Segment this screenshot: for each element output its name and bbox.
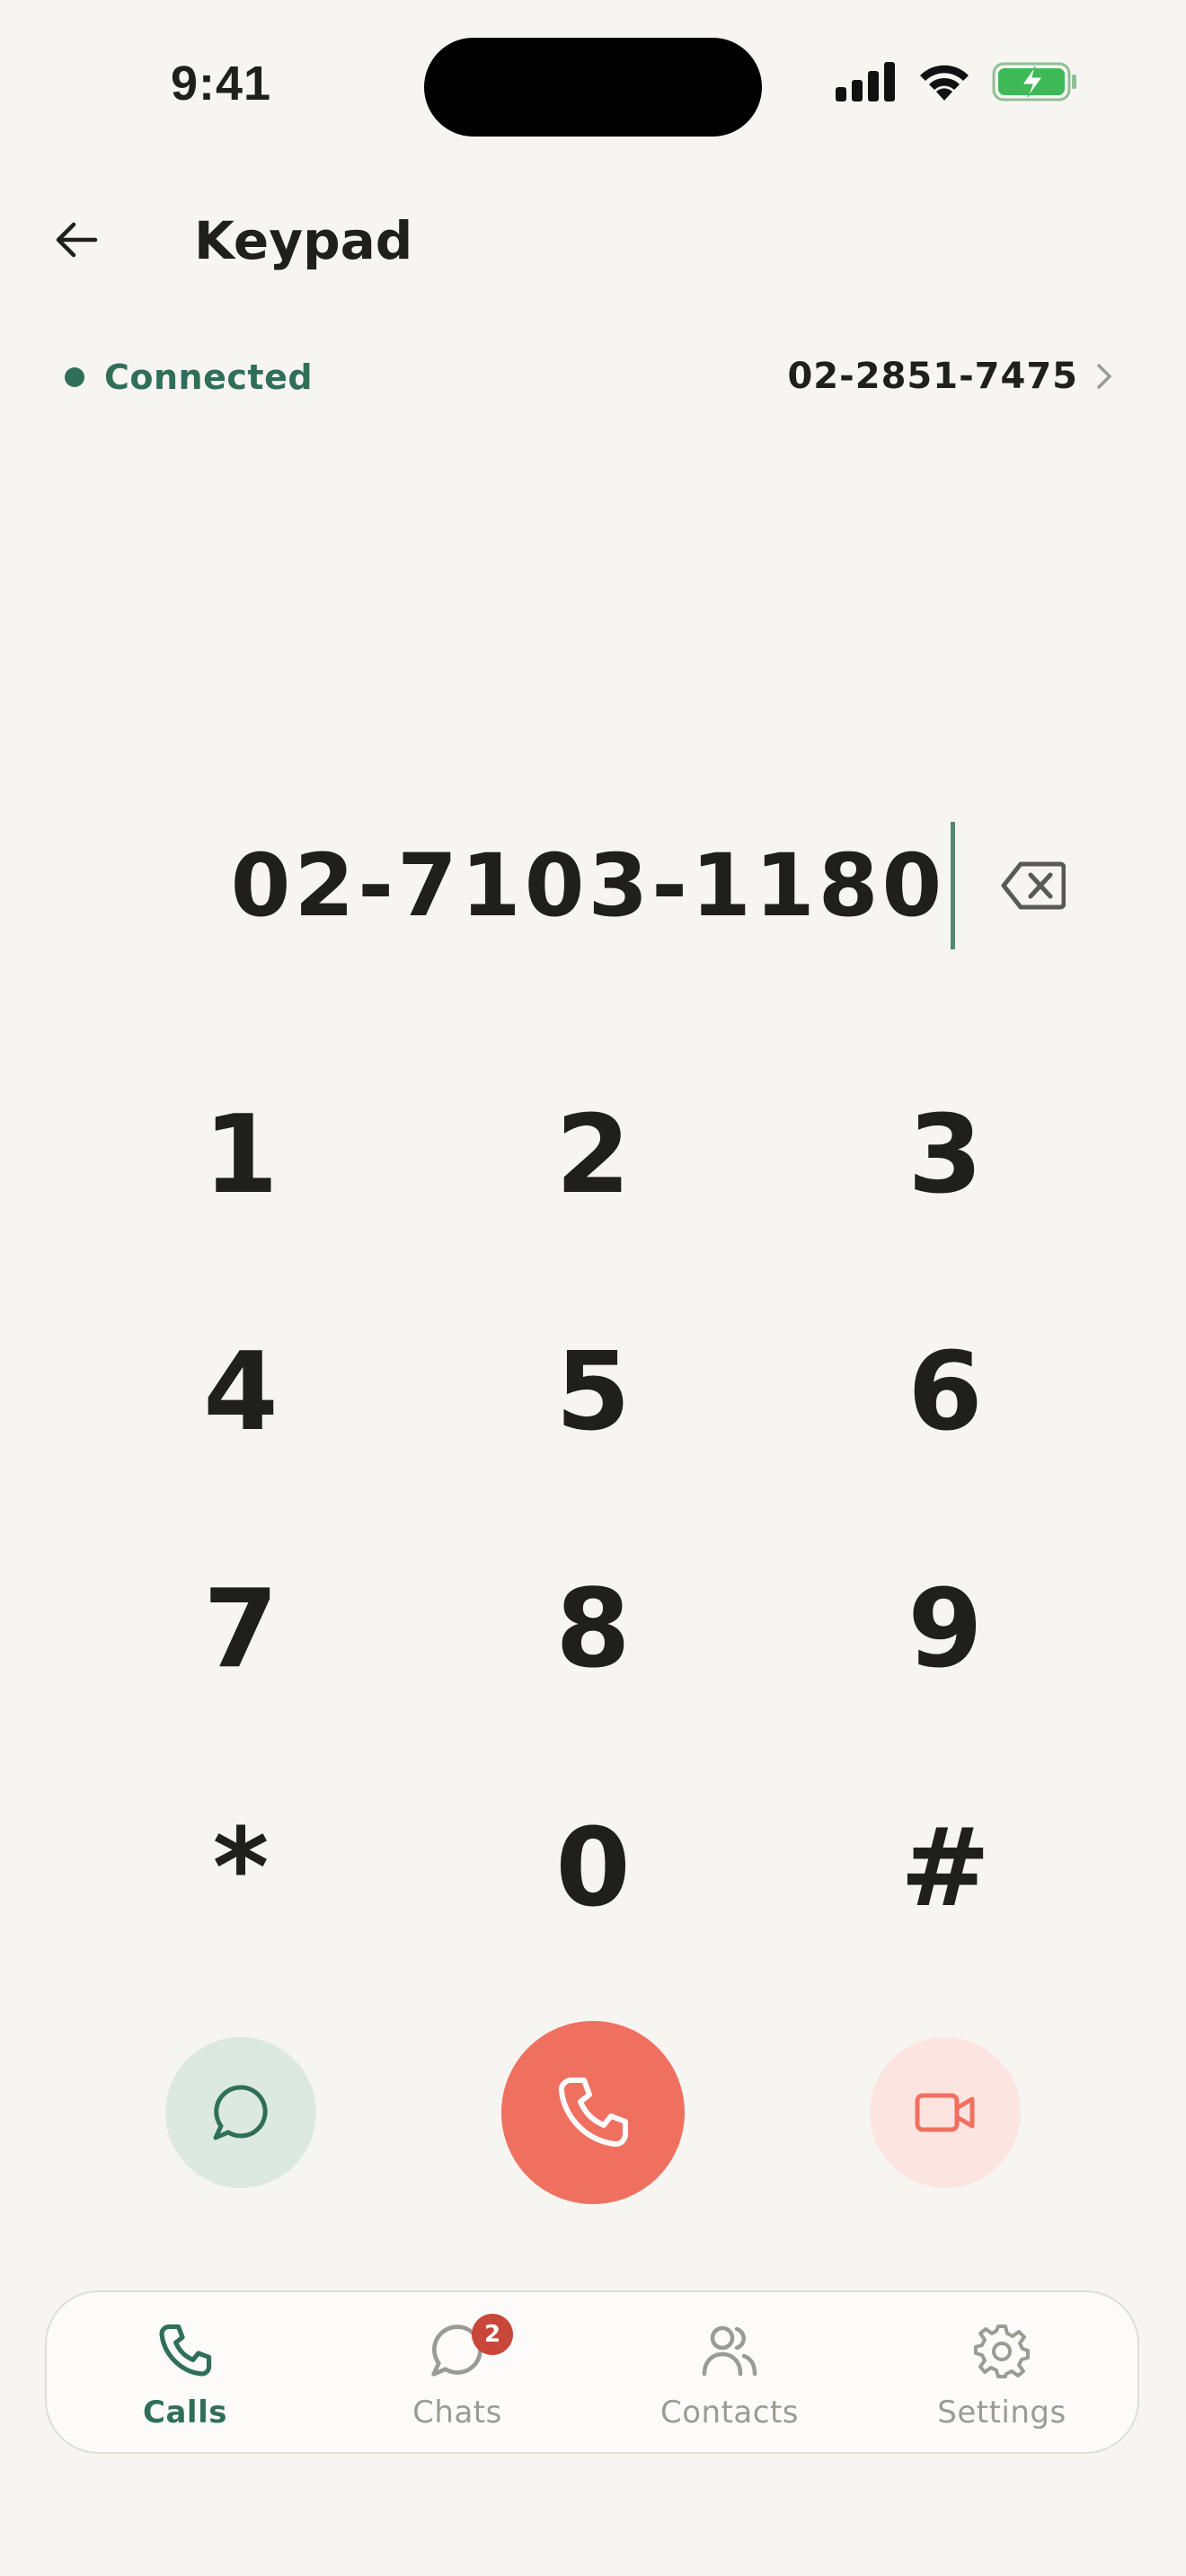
tab-contacts[interactable]: Contacts [595,2292,864,2456]
status-icons [836,61,1078,102]
line-number: 02-2851-7475 [787,356,1078,397]
battery-charging-icon [992,62,1076,101]
arrow-left-icon [56,222,98,258]
cellular-signal-icon [836,62,895,101]
message-button[interactable] [165,2037,316,2188]
chevron-right-icon [1097,364,1111,389]
key-9[interactable]: 9 [810,1539,1080,1719]
tab-label: Calls [143,2395,227,2430]
tab-label: Contacts [660,2395,799,2430]
status-dot [65,367,84,387]
tab-bar: Calls 2 Chats Contacts Settings [45,2290,1139,2454]
gear-icon [974,2325,1030,2378]
tab-label: Chats [412,2395,502,2430]
entered-number[interactable]: 02-7103-1180 [231,835,946,936]
key-3[interactable]: 3 [810,1065,1080,1245]
backspace-icon [1001,861,1067,910]
call-button[interactable] [501,2021,685,2204]
connection-label: Connected [104,357,314,397]
key-2[interactable]: 2 [458,1065,728,1245]
phone-icon [159,2324,212,2377]
key-5[interactable]: 5 [458,1302,728,1482]
unread-badge: 2 [472,2314,513,2355]
tab-calls[interactable]: Calls [50,2292,320,2456]
key-8[interactable]: 8 [458,1539,728,1719]
key-hash[interactable]: # [810,1778,1080,1958]
status-time: 9:41 [171,57,272,110]
key-4[interactable]: 4 [106,1302,376,1482]
video-call-button[interactable] [870,2037,1021,2188]
wifi-icon [920,65,969,101]
tab-label: Settings [937,2395,1067,2430]
line-number-button[interactable]: 02-2851-7475 [787,356,1112,397]
key-7[interactable]: 7 [106,1539,376,1719]
text-caret [951,822,956,949]
phone-icon [558,2078,628,2148]
key-1[interactable]: 1 [106,1065,376,1245]
tab-chats[interactable]: 2 Chats [323,2292,592,2456]
contacts-icon [702,2325,757,2377]
chat-bubble-icon [213,2085,268,2140]
connection-status: Connected [65,357,313,397]
tab-settings[interactable]: Settings [867,2292,1137,2456]
backspace-button[interactable] [1001,860,1067,911]
video-camera-icon [915,2093,975,2132]
key-6[interactable]: 6 [810,1302,1080,1482]
key-0[interactable]: 0 [458,1778,728,1958]
key-star[interactable]: * [106,1778,376,1958]
page-title: Keypad [194,210,413,271]
back-button[interactable] [45,208,108,271]
dynamic-island [424,38,762,137]
